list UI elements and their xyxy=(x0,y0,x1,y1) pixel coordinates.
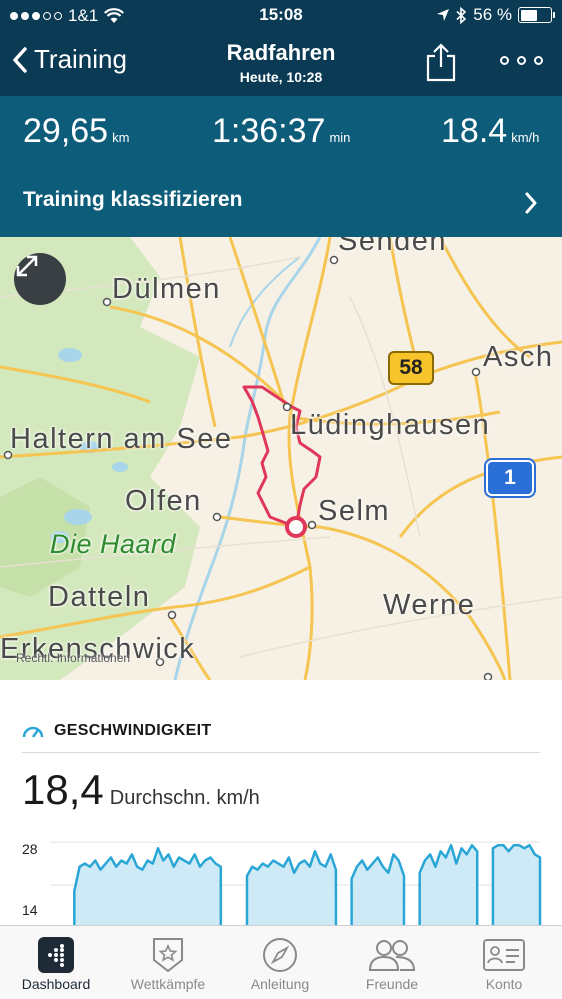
expand-map-button[interactable] xyxy=(14,253,66,305)
page-title: Radfahren xyxy=(226,40,336,65)
highway-shield-58: 58 xyxy=(388,351,434,385)
map-label-datteln: Datteln xyxy=(48,581,151,613)
map-label-luedinghausen: Lüdinghausen xyxy=(290,409,491,441)
classify-training-label: Training klassifizieren xyxy=(23,188,243,211)
status-bar: 1&1 15:08 56 % xyxy=(0,0,562,32)
map-label-asch: Asch xyxy=(483,341,554,373)
battery-percent: 56 % xyxy=(473,5,512,24)
speedometer-icon xyxy=(22,726,44,738)
speed-average-unit: Durchschn. km/h xyxy=(109,787,260,809)
stats-banner: 29,65 km 1:36:37 min 18.4 km/h Training kla… xyxy=(0,96,562,237)
tab-dashboard-label: Dashboard xyxy=(21,976,91,992)
more-options-button[interactable] xyxy=(500,56,543,65)
speed-average-value: 18,4 xyxy=(22,766,104,813)
tab-bar: Dashboard Wettkämpfe Anleitung Freunde K… xyxy=(0,925,562,999)
map-label-haard: Die Haard xyxy=(50,529,177,559)
tab-challenges-label: Wettkämpfe xyxy=(130,976,206,992)
bluetooth-icon xyxy=(456,6,467,24)
expand-icon xyxy=(16,255,38,277)
map-label-olfen: Olfen xyxy=(125,485,202,517)
speed-area-segment-4 xyxy=(492,845,540,928)
friends-icon xyxy=(368,940,416,971)
speed-section-header: GESCHWINDIGKEIT xyxy=(22,722,211,740)
divider xyxy=(22,752,540,753)
chevron-right-icon xyxy=(525,192,537,214)
account-card-icon xyxy=(483,939,525,971)
tab-account[interactable]: Konto xyxy=(448,934,560,992)
stat-distance: 29,65 km xyxy=(23,112,130,150)
tab-account-label: Konto xyxy=(485,976,523,992)
map-label-werne: Werne xyxy=(383,589,476,621)
tab-challenges[interactable]: Wettkämpfe xyxy=(112,934,224,992)
tab-friends[interactable]: Freunde xyxy=(336,934,448,992)
y-tick-28: 28 xyxy=(22,841,38,857)
stat-duration: 1:36:37 min xyxy=(212,112,351,150)
tab-guidance[interactable]: Anleitung xyxy=(224,934,336,992)
classify-training-row[interactable]: Training klassifizieren xyxy=(0,178,562,224)
map-label-senden: Senden xyxy=(338,237,447,257)
tab-friends-label: Freunde xyxy=(365,976,419,992)
location-arrow-icon xyxy=(437,9,450,21)
map-legal-link[interactable]: Rechtl. Informationen xyxy=(16,651,130,665)
compass-icon xyxy=(263,938,297,972)
map-label-duelmen: Dülmen xyxy=(112,273,221,305)
tab-guidance-label: Anleitung xyxy=(250,976,310,992)
speed-average: 18,4 Durchschn. km/h xyxy=(22,766,260,814)
speed-chart: 28 14 xyxy=(0,838,562,929)
map-label-haltern: Haltern am See xyxy=(10,423,233,455)
speed-heading: GESCHWINDIGKEIT xyxy=(54,722,212,739)
dashboard-icon xyxy=(38,937,74,973)
share-button[interactable] xyxy=(424,42,458,87)
speed-chart-svg xyxy=(50,841,542,929)
battery-icon xyxy=(518,7,555,23)
route-map[interactable]: Senden Dülmen Asch Haltern am See Lüding… xyxy=(0,237,562,680)
tab-dashboard[interactable]: Dashboard xyxy=(0,934,112,992)
y-tick-14: 14 xyxy=(22,902,38,918)
star-badge-icon xyxy=(153,938,183,973)
share-icon xyxy=(426,43,456,82)
highway-shield-1: 1 xyxy=(484,458,536,498)
map-label-selm: Selm xyxy=(318,495,391,527)
top-bar: 1&1 15:08 56 % Training Radfahren Heute,… xyxy=(0,0,562,96)
page-subtitle: Heute, 10:28 xyxy=(239,69,323,85)
stat-speed: 18.4 km/h xyxy=(441,112,540,150)
